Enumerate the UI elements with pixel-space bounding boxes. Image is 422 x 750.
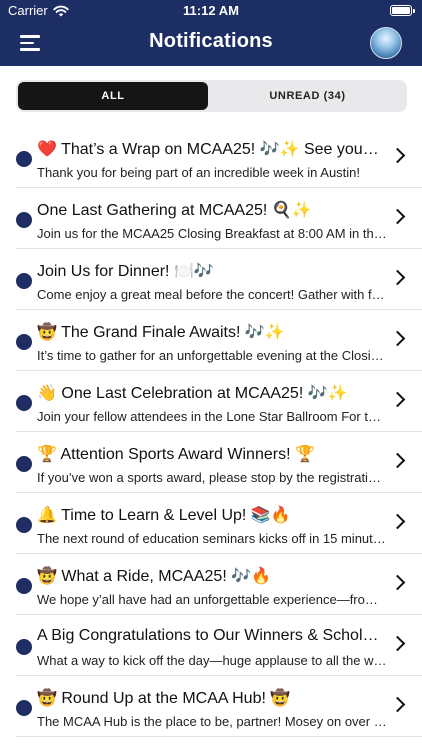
chevron-right-icon bbox=[389, 147, 406, 164]
notification-body: The MCAA Hub is the place to be, partner… bbox=[37, 714, 387, 729]
notification-list: ❤️ That’s a Wrap on MCAA25! 🎶✨ See you n… bbox=[0, 127, 422, 737]
notification-body: Come enjoy a great meal before the conce… bbox=[37, 287, 387, 302]
chevron-right-icon bbox=[389, 696, 406, 713]
chevron-right-icon bbox=[389, 208, 406, 225]
chevron-right-icon bbox=[389, 330, 406, 347]
list-item[interactable]: 🔔 Time to Learn & Level Up! 📚🔥 The next … bbox=[0, 493, 422, 554]
notification-title: A Big Congratulations to Our Winners & S… bbox=[37, 627, 381, 644]
notification-body: Thank you for being part of an incredibl… bbox=[37, 165, 361, 180]
unread-dot-icon bbox=[16, 334, 32, 350]
app-header: Carrier 11:12 AM Notifications bbox=[0, 0, 422, 66]
list-item[interactable]: Join Us for Dinner! 🍽️🎶 Come enjoy a gre… bbox=[0, 249, 422, 310]
battery-icon bbox=[390, 5, 415, 16]
navigation-bar: Notifications bbox=[0, 22, 422, 66]
list-item[interactable]: One Last Gathering at MCAA25! 🍳✨ Join us… bbox=[0, 188, 422, 249]
notification-body: What a way to kick off the day—huge appl… bbox=[37, 653, 387, 668]
list-item[interactable]: 🤠 Round Up at the MCAA Hub! 🤠 The MCAA H… bbox=[0, 676, 422, 737]
notification-body: The next round of education seminars kic… bbox=[37, 531, 387, 546]
notification-title: 🤠 Round Up at the MCAA Hub! 🤠 bbox=[37, 690, 291, 707]
notification-body: We hope y’all have had an unforgettable … bbox=[37, 592, 387, 607]
list-item[interactable]: A Big Congratulations to Our Winners & S… bbox=[0, 615, 422, 676]
chevron-right-icon bbox=[389, 513, 406, 530]
unread-dot-icon bbox=[16, 639, 32, 655]
list-item[interactable]: ❤️ That’s a Wrap on MCAA25! 🎶✨ See you n… bbox=[0, 127, 422, 188]
clock: 11:12 AM bbox=[183, 3, 239, 18]
notification-body: If you’ve won a sports award, please sto… bbox=[37, 470, 387, 485]
chevron-right-icon bbox=[389, 635, 406, 652]
list-item[interactable]: 🤠 The Grand Finale Awaits! 🎶✨ It’s time … bbox=[0, 310, 422, 371]
filter-segmented-control: ALL UNREAD (34) bbox=[16, 80, 407, 112]
unread-dot-icon bbox=[16, 700, 32, 716]
unread-dot-icon bbox=[16, 273, 32, 289]
chevron-right-icon bbox=[389, 574, 406, 591]
unread-dot-icon bbox=[16, 578, 32, 594]
unread-dot-icon bbox=[16, 151, 32, 167]
status-bar: Carrier 11:12 AM bbox=[0, 0, 422, 22]
unread-dot-icon bbox=[16, 517, 32, 533]
tab-all[interactable]: ALL bbox=[18, 82, 208, 110]
notification-body: Join your fellow attendees in the Lone S… bbox=[37, 409, 387, 424]
unread-dot-icon bbox=[16, 212, 32, 228]
unread-dot-icon bbox=[16, 456, 32, 472]
unread-dot-icon bbox=[16, 395, 32, 411]
notification-body: It’s time to gather for an unforgettable… bbox=[37, 348, 387, 363]
notification-title: 👋 One Last Celebration at MCAA25! 🎶✨ bbox=[37, 385, 348, 402]
notification-title: ❤️ That’s a Wrap on MCAA25! 🎶✨ See you n… bbox=[37, 141, 381, 158]
tab-unread[interactable]: UNREAD (34) bbox=[210, 82, 405, 110]
notification-title: 🤠 The Grand Finale Awaits! 🎶✨ bbox=[37, 324, 285, 341]
list-item[interactable]: 🏆 Attention Sports Award Winners! 🏆 If y… bbox=[0, 432, 422, 493]
chevron-right-icon bbox=[389, 391, 406, 408]
notification-title: 🔔 Time to Learn & Level Up! 📚🔥 bbox=[37, 507, 291, 524]
chevron-right-icon bbox=[389, 269, 406, 286]
notification-title: One Last Gathering at MCAA25! 🍳✨ bbox=[37, 202, 312, 219]
notification-title: 🤠 What a Ride, MCAA25! 🎶🔥 bbox=[37, 568, 272, 585]
chevron-right-icon bbox=[389, 452, 406, 469]
page-title: Notifications bbox=[149, 30, 273, 52]
list-item[interactable]: 👋 One Last Celebration at MCAA25! 🎶✨ Joi… bbox=[0, 371, 422, 432]
avatar[interactable] bbox=[370, 27, 402, 59]
notification-title: 🏆 Attention Sports Award Winners! 🏆 bbox=[37, 446, 315, 463]
notification-body: Join us for the MCAA25 Closing Breakfast… bbox=[37, 226, 387, 241]
notification-title: Join Us for Dinner! 🍽️🎶 bbox=[37, 263, 214, 280]
list-item[interactable]: 🤠 What a Ride, MCAA25! 🎶🔥 We hope y’all … bbox=[0, 554, 422, 615]
